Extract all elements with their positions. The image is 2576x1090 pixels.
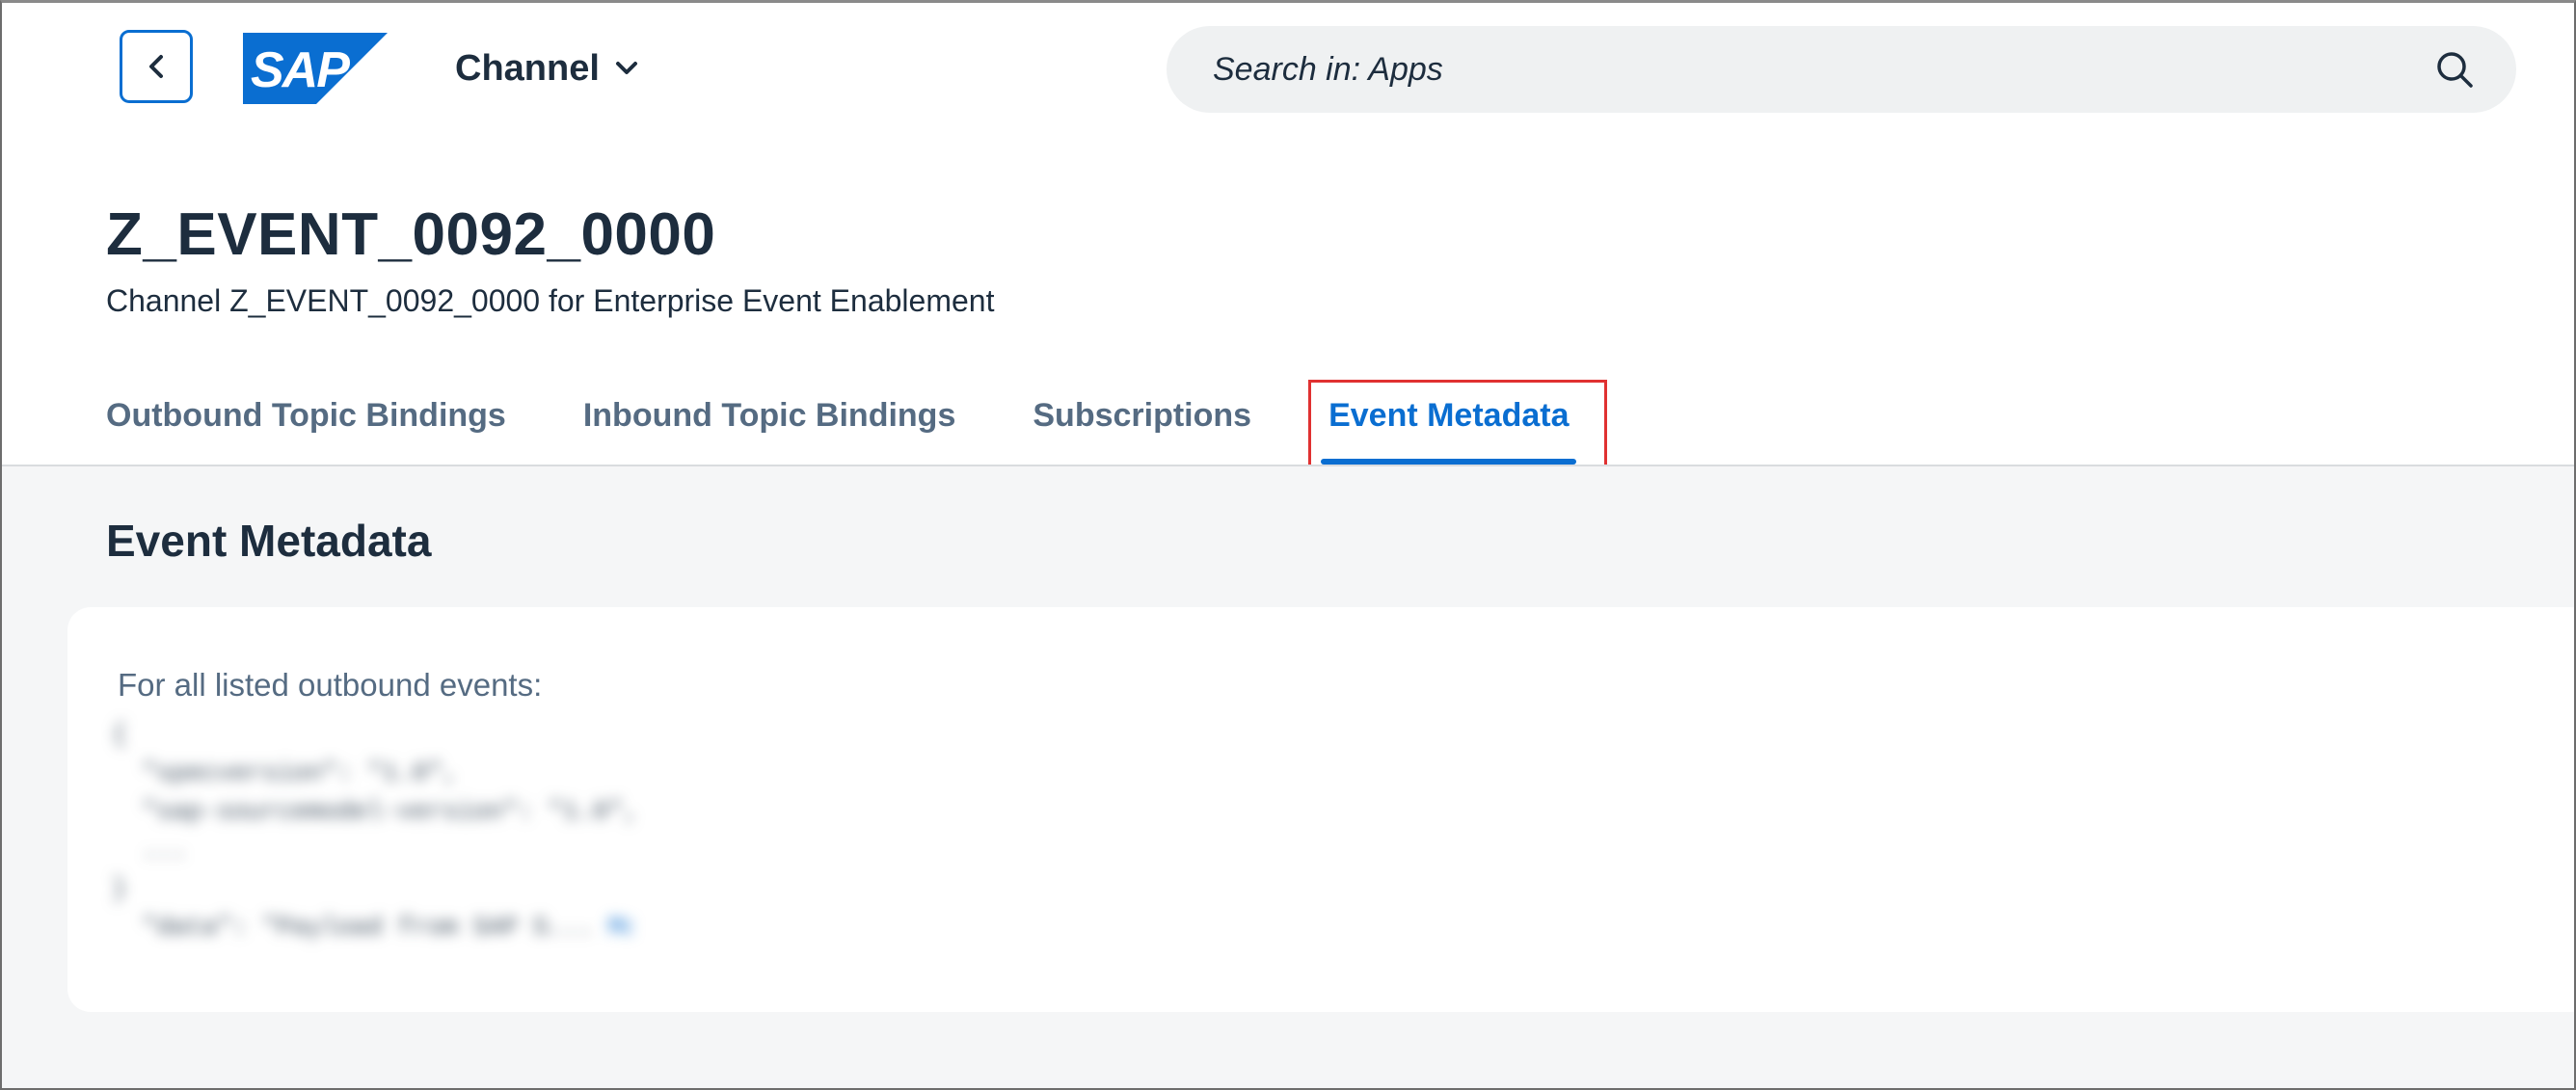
content-area: Event Metadata For all listed outbound e… [2, 465, 2576, 1089]
tab-event-metadata[interactable]: Event Metadata [1321, 385, 1577, 465]
page-subtitle: Channel Z_EVENT_0092_0000 for Enterprise… [106, 283, 995, 318]
search-input[interactable] [1211, 49, 2435, 90]
tab-subscriptions[interactable]: Subscriptions [1033, 385, 1251, 445]
chevron-left-icon [149, 55, 163, 78]
app-title: Channel [455, 47, 600, 89]
card-label: For all listed outbound events: [118, 667, 543, 703]
search-bar[interactable] [1167, 26, 2516, 113]
tab-inbound-topic-bindings[interactable]: Inbound Topic Bindings [583, 385, 956, 445]
back-button[interactable] [120, 30, 193, 103]
search-icon[interactable] [2435, 50, 2474, 89]
tab-bar: Outbound Topic Bindings Inbound Topic Bi… [106, 385, 1646, 465]
tab-outbound-topic-bindings[interactable]: Outbound Topic Bindings [106, 385, 506, 445]
sap-logo[interactable]: SAP [243, 33, 388, 104]
section-title: Event Metadata [106, 516, 432, 566]
svg-text:SAP: SAP [251, 42, 350, 98]
page-title: Z_EVENT_0092_0000 [106, 201, 716, 268]
metadata-card: For all listed outbound events: { "specv… [67, 607, 2576, 1012]
app-title-menu[interactable]: Channel [455, 44, 638, 93]
redacted-metadata-content: { "specversion": "1.0", "sap-sourcemodel… [112, 720, 632, 942]
chevron-down-icon [615, 62, 637, 74]
